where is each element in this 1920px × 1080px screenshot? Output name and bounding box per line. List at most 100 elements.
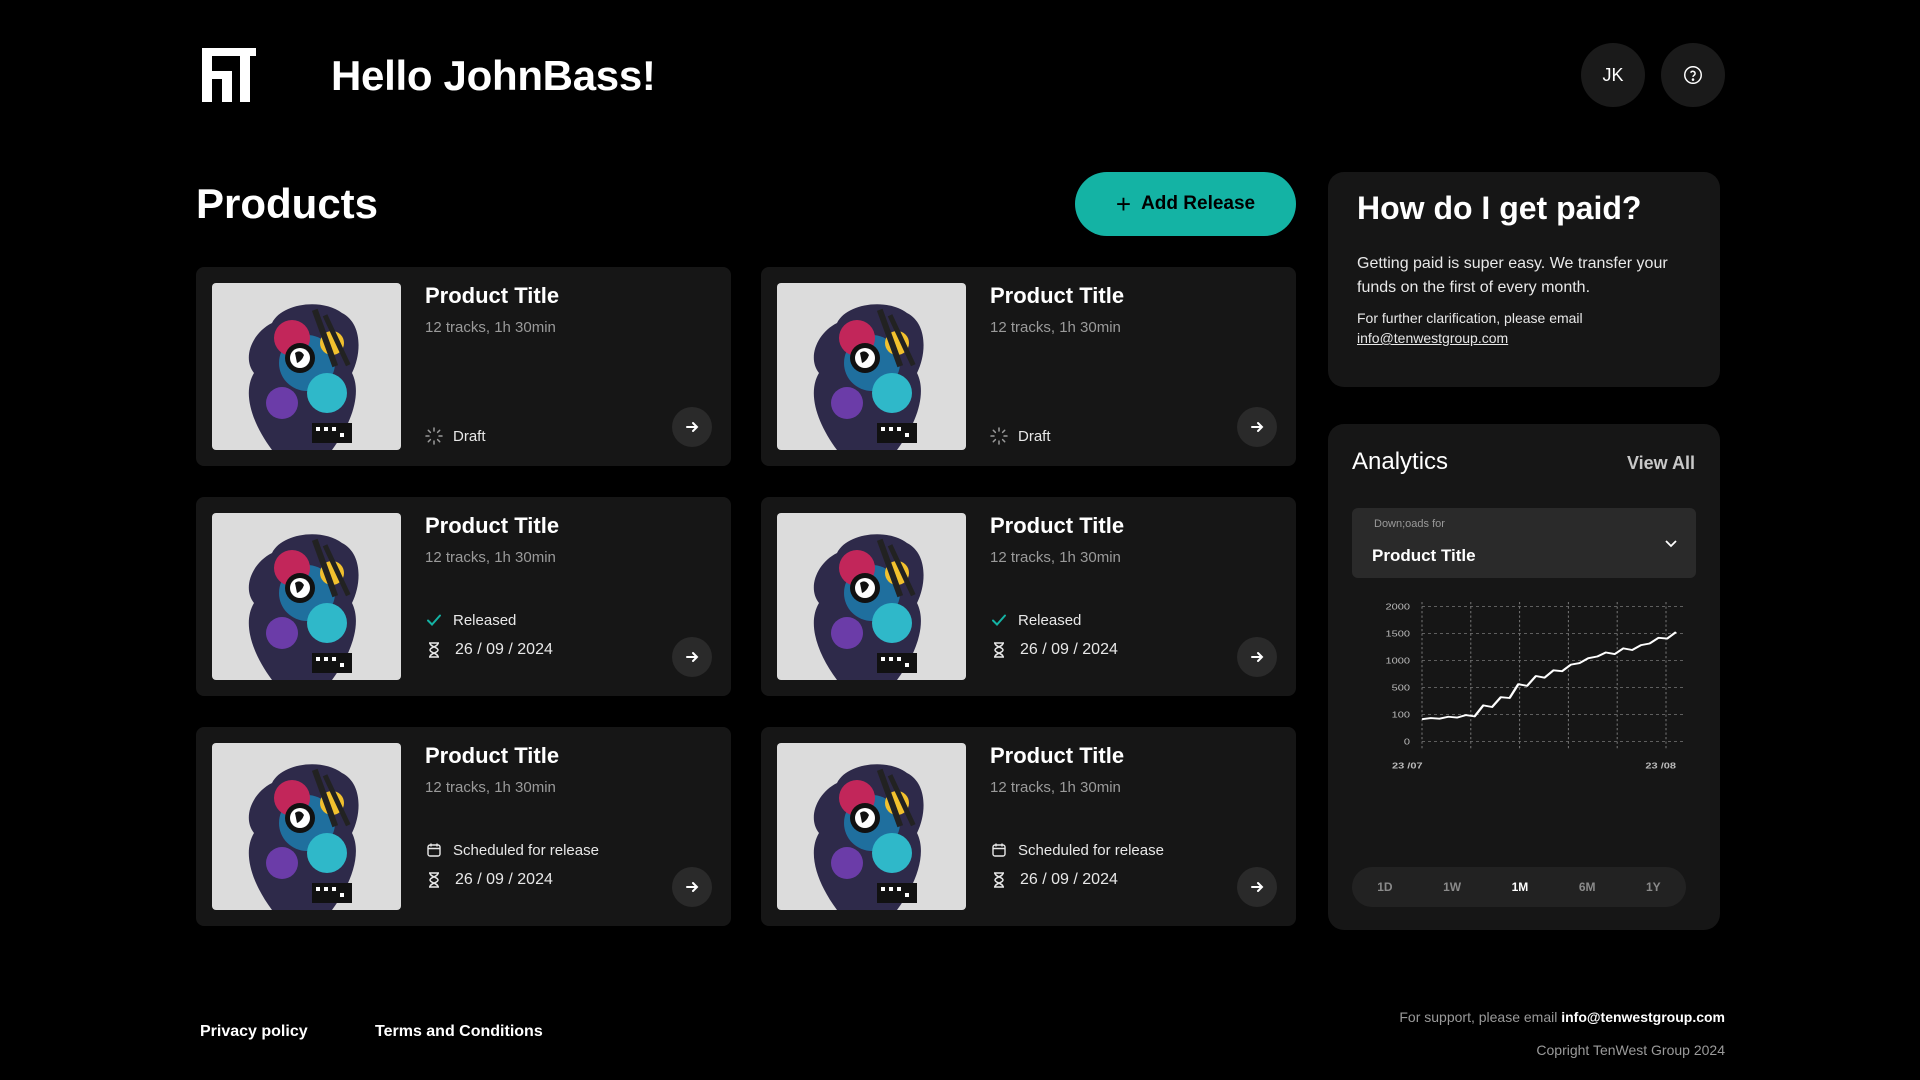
- plus-icon: +: [1115, 189, 1132, 219]
- dropdown-value: Product Title: [1372, 546, 1476, 565]
- calendar-icon: [425, 841, 443, 859]
- tenwest-logo: [202, 48, 256, 102]
- payment-info-title: How do I get paid?: [1357, 190, 1642, 226]
- question-circle-icon: [1684, 66, 1702, 84]
- copyright-text: Copright TenWest Group 2024: [1536, 1042, 1725, 1058]
- release-date-value: 26 / 09 / 2024: [1020, 871, 1118, 888]
- y-tick-label: 500: [1392, 684, 1411, 693]
- arrow-right-icon: [1251, 652, 1264, 662]
- dropdown-label: Down;oads for: [1374, 518, 1445, 530]
- product-meta: 12 tracks, 1h 30min: [990, 779, 1121, 796]
- payment-email-link[interactable]: info@tenwestgroup.com: [1357, 328, 1707, 348]
- y-tick-label: 100: [1392, 711, 1411, 720]
- status-label: Released: [1018, 611, 1082, 629]
- product-title: Product Title: [990, 283, 1125, 308]
- payment-info-body: Getting paid is super easy. We transfer …: [1357, 255, 1668, 296]
- product-status: Released: [990, 611, 1081, 629]
- support-text: For support, please email info@tenwestgr…: [1399, 1009, 1725, 1025]
- open-product-button[interactable]: [672, 407, 712, 447]
- arrow-right-icon: [1251, 882, 1264, 892]
- open-product-button[interactable]: [1237, 637, 1277, 677]
- y-tick-label: 0: [1404, 738, 1411, 747]
- album-cover-image: [777, 743, 966, 910]
- support-prefix: For support, please email: [1399, 1009, 1558, 1025]
- range-option-1w[interactable]: 1W: [1443, 880, 1461, 894]
- payment-info-note: For further clarification, please email …: [1357, 308, 1707, 348]
- support-email-link[interactable]: info@tenwestgroup.com: [1561, 1009, 1725, 1025]
- range-option-6m[interactable]: 6M: [1579, 880, 1596, 894]
- open-product-button[interactable]: [672, 867, 712, 907]
- product-title: Product Title: [990, 513, 1125, 538]
- payment-note-text: For further clarification, please email: [1357, 310, 1583, 326]
- open-product-button[interactable]: [1237, 867, 1277, 907]
- check-icon: [990, 611, 1008, 629]
- chevron-down-icon: [1665, 540, 1677, 548]
- status-label: Scheduled for release: [453, 841, 599, 859]
- release-date-value: 26 / 09 / 2024: [455, 871, 553, 888]
- product-status: Scheduled for release: [425, 841, 599, 859]
- payment-info-panel: How do I get paid? Getting paid is super…: [1328, 172, 1720, 387]
- products-heading: Products: [196, 180, 379, 227]
- product-title: Product Title: [425, 283, 560, 308]
- user-avatar-button[interactable]: JK: [1581, 43, 1645, 107]
- product-status: Released: [425, 611, 516, 629]
- product-meta: 12 tracks, 1h 30min: [425, 549, 556, 566]
- time-range-selector: 1D 1W 1M 6M 1Y: [1352, 867, 1686, 907]
- product-meta: 12 tracks, 1h 30min: [425, 779, 556, 796]
- view-all-link[interactable]: View All: [1627, 453, 1695, 474]
- product-card[interactable]: Product Title 12 tracks, 1h 30min Draft: [196, 267, 731, 466]
- release-date-value: 26 / 09 / 2024: [1020, 641, 1118, 658]
- status-label: Released: [453, 611, 517, 629]
- album-cover-image: [212, 513, 401, 680]
- hourglass-icon: [425, 871, 443, 889]
- greeting-heading: Hello JohnBass!: [331, 52, 656, 99]
- product-title: Product Title: [425, 513, 560, 538]
- product-meta: 12 tracks, 1h 30min: [425, 319, 556, 336]
- calendar-icon: [990, 841, 1008, 859]
- release-date: 26 / 09 / 2024: [990, 871, 1118, 889]
- product-status: Draft: [425, 427, 486, 445]
- product-card[interactable]: Product Title 12 tracks, 1h 30min Draft: [761, 267, 1296, 466]
- add-release-label: Add Release: [1141, 193, 1256, 214]
- arrow-right-icon: [686, 882, 699, 892]
- product-status: Draft: [990, 427, 1051, 445]
- album-cover-image: [212, 743, 401, 910]
- open-product-button[interactable]: [1237, 407, 1277, 447]
- range-option-1m[interactable]: 1M: [1512, 880, 1529, 894]
- add-release-button[interactable]: + Add Release: [1075, 172, 1296, 236]
- product-title: Product Title: [425, 743, 560, 768]
- help-button[interactable]: [1661, 43, 1725, 107]
- product-meta: 12 tracks, 1h 30min: [990, 549, 1121, 566]
- x-axis-label: 23 /07: [1392, 762, 1423, 771]
- loader-icon: [425, 427, 443, 445]
- arrow-right-icon: [686, 422, 699, 432]
- product-title: Product Title: [990, 743, 1125, 768]
- product-status: Scheduled for release: [990, 841, 1164, 859]
- status-label: Draft: [1018, 427, 1051, 445]
- product-select-dropdown[interactable]: Down;oads for Product Title: [1352, 508, 1696, 578]
- open-product-button[interactable]: [672, 637, 712, 677]
- range-option-1y[interactable]: 1Y: [1646, 880, 1661, 894]
- status-label: Draft: [453, 427, 486, 445]
- check-icon: [425, 611, 443, 629]
- status-label: Scheduled for release: [1018, 841, 1164, 859]
- product-card[interactable]: Product Title 12 tracks, 1h 30min Schedu…: [196, 727, 731, 926]
- terms-link[interactable]: Terms and Conditions: [375, 1023, 543, 1041]
- product-card[interactable]: Product Title 12 tracks, 1h 30min Releas…: [196, 497, 731, 696]
- release-date: 26 / 09 / 2024: [425, 871, 553, 889]
- range-option-1d[interactable]: 1D: [1377, 880, 1392, 894]
- hourglass-icon: [425, 641, 443, 659]
- loader-icon: [990, 427, 1008, 445]
- album-cover-image: [777, 283, 966, 450]
- arrow-right-icon: [686, 652, 699, 662]
- downloads-line-chart: 200015001000500100023 /07 23 /08: [1386, 602, 1686, 771]
- y-tick-label: 1000: [1386, 657, 1411, 666]
- privacy-policy-link[interactable]: Privacy policy: [200, 1023, 308, 1041]
- release-date: 26 / 09 / 2024: [425, 641, 553, 659]
- analytics-panel: Analytics View All Down;oads for Product…: [1328, 424, 1720, 930]
- product-card[interactable]: Product Title 12 tracks, 1h 30min Releas…: [761, 497, 1296, 696]
- hourglass-icon: [990, 871, 1008, 889]
- y-tick-label: 1500: [1386, 630, 1411, 639]
- product-card[interactable]: Product Title 12 tracks, 1h 30min Schedu…: [761, 727, 1296, 926]
- avatar-initials: JK: [1602, 64, 1624, 85]
